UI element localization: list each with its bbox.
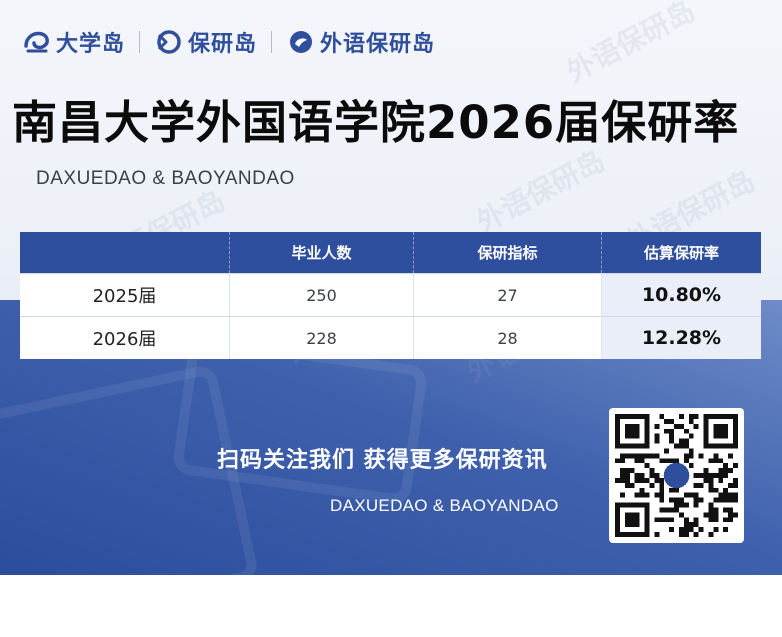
quota-cell: 28 [413, 317, 601, 359]
graduates-cell: 250 [229, 274, 413, 316]
logo-waiyu-baoyandao: 外语保研岛 [286, 26, 435, 58]
table-row: 2026届 228 28 12.28% [20, 316, 761, 359]
graduates-cell: 228 [229, 317, 413, 359]
logo-text: 大学岛 [56, 32, 126, 57]
page-subtitle: DAXUEDAO & BAOYANDAO [36, 168, 295, 189]
table-header: 毕业人数 保研指标 估算保研率 [20, 232, 761, 273]
waiyu-baoyandao-logo-icon [290, 31, 313, 53]
rate-cell: 12.28% [601, 317, 761, 359]
logo-daxuedao: 大学岛 [22, 26, 125, 58]
daxuedao-logo-icon [24, 31, 49, 53]
logo-text: 外语保研岛 [320, 32, 436, 57]
logo-divider [271, 31, 273, 53]
brand-logos: 大学岛 保研岛 外语保研岛 [22, 24, 435, 60]
footer-tagline: DAXUEDAO & BAOYANDAO [330, 496, 559, 515]
column-header: 毕业人数 [229, 232, 413, 273]
column-header [20, 232, 229, 273]
year-cell: 2025届 [92, 286, 157, 307]
logo-divider [139, 31, 141, 53]
year-cell: 2026届 [92, 329, 157, 350]
cta-text: 扫码关注我们 获得更多保研资讯 [217, 448, 548, 473]
column-header: 保研指标 [413, 232, 601, 273]
stats-table: 毕业人数 保研指标 估算保研率 2025届 250 27 10.80% 2026… [20, 232, 761, 359]
qr-code[interactable] [609, 408, 744, 543]
quota-cell: 27 [413, 274, 601, 316]
logo-text: 保研岛 [188, 32, 258, 57]
column-header: 估算保研率 [601, 232, 761, 273]
baoyandao-logo-icon [157, 30, 181, 54]
rate-cell: 10.80% [601, 274, 761, 316]
qr-code-icon [615, 414, 738, 537]
logo-baoyandao: 保研岛 [154, 26, 257, 58]
table-row: 2025届 250 27 10.80% [20, 273, 761, 316]
page-title: 南昌大学外国语学院2026届保研率 [12, 96, 740, 149]
